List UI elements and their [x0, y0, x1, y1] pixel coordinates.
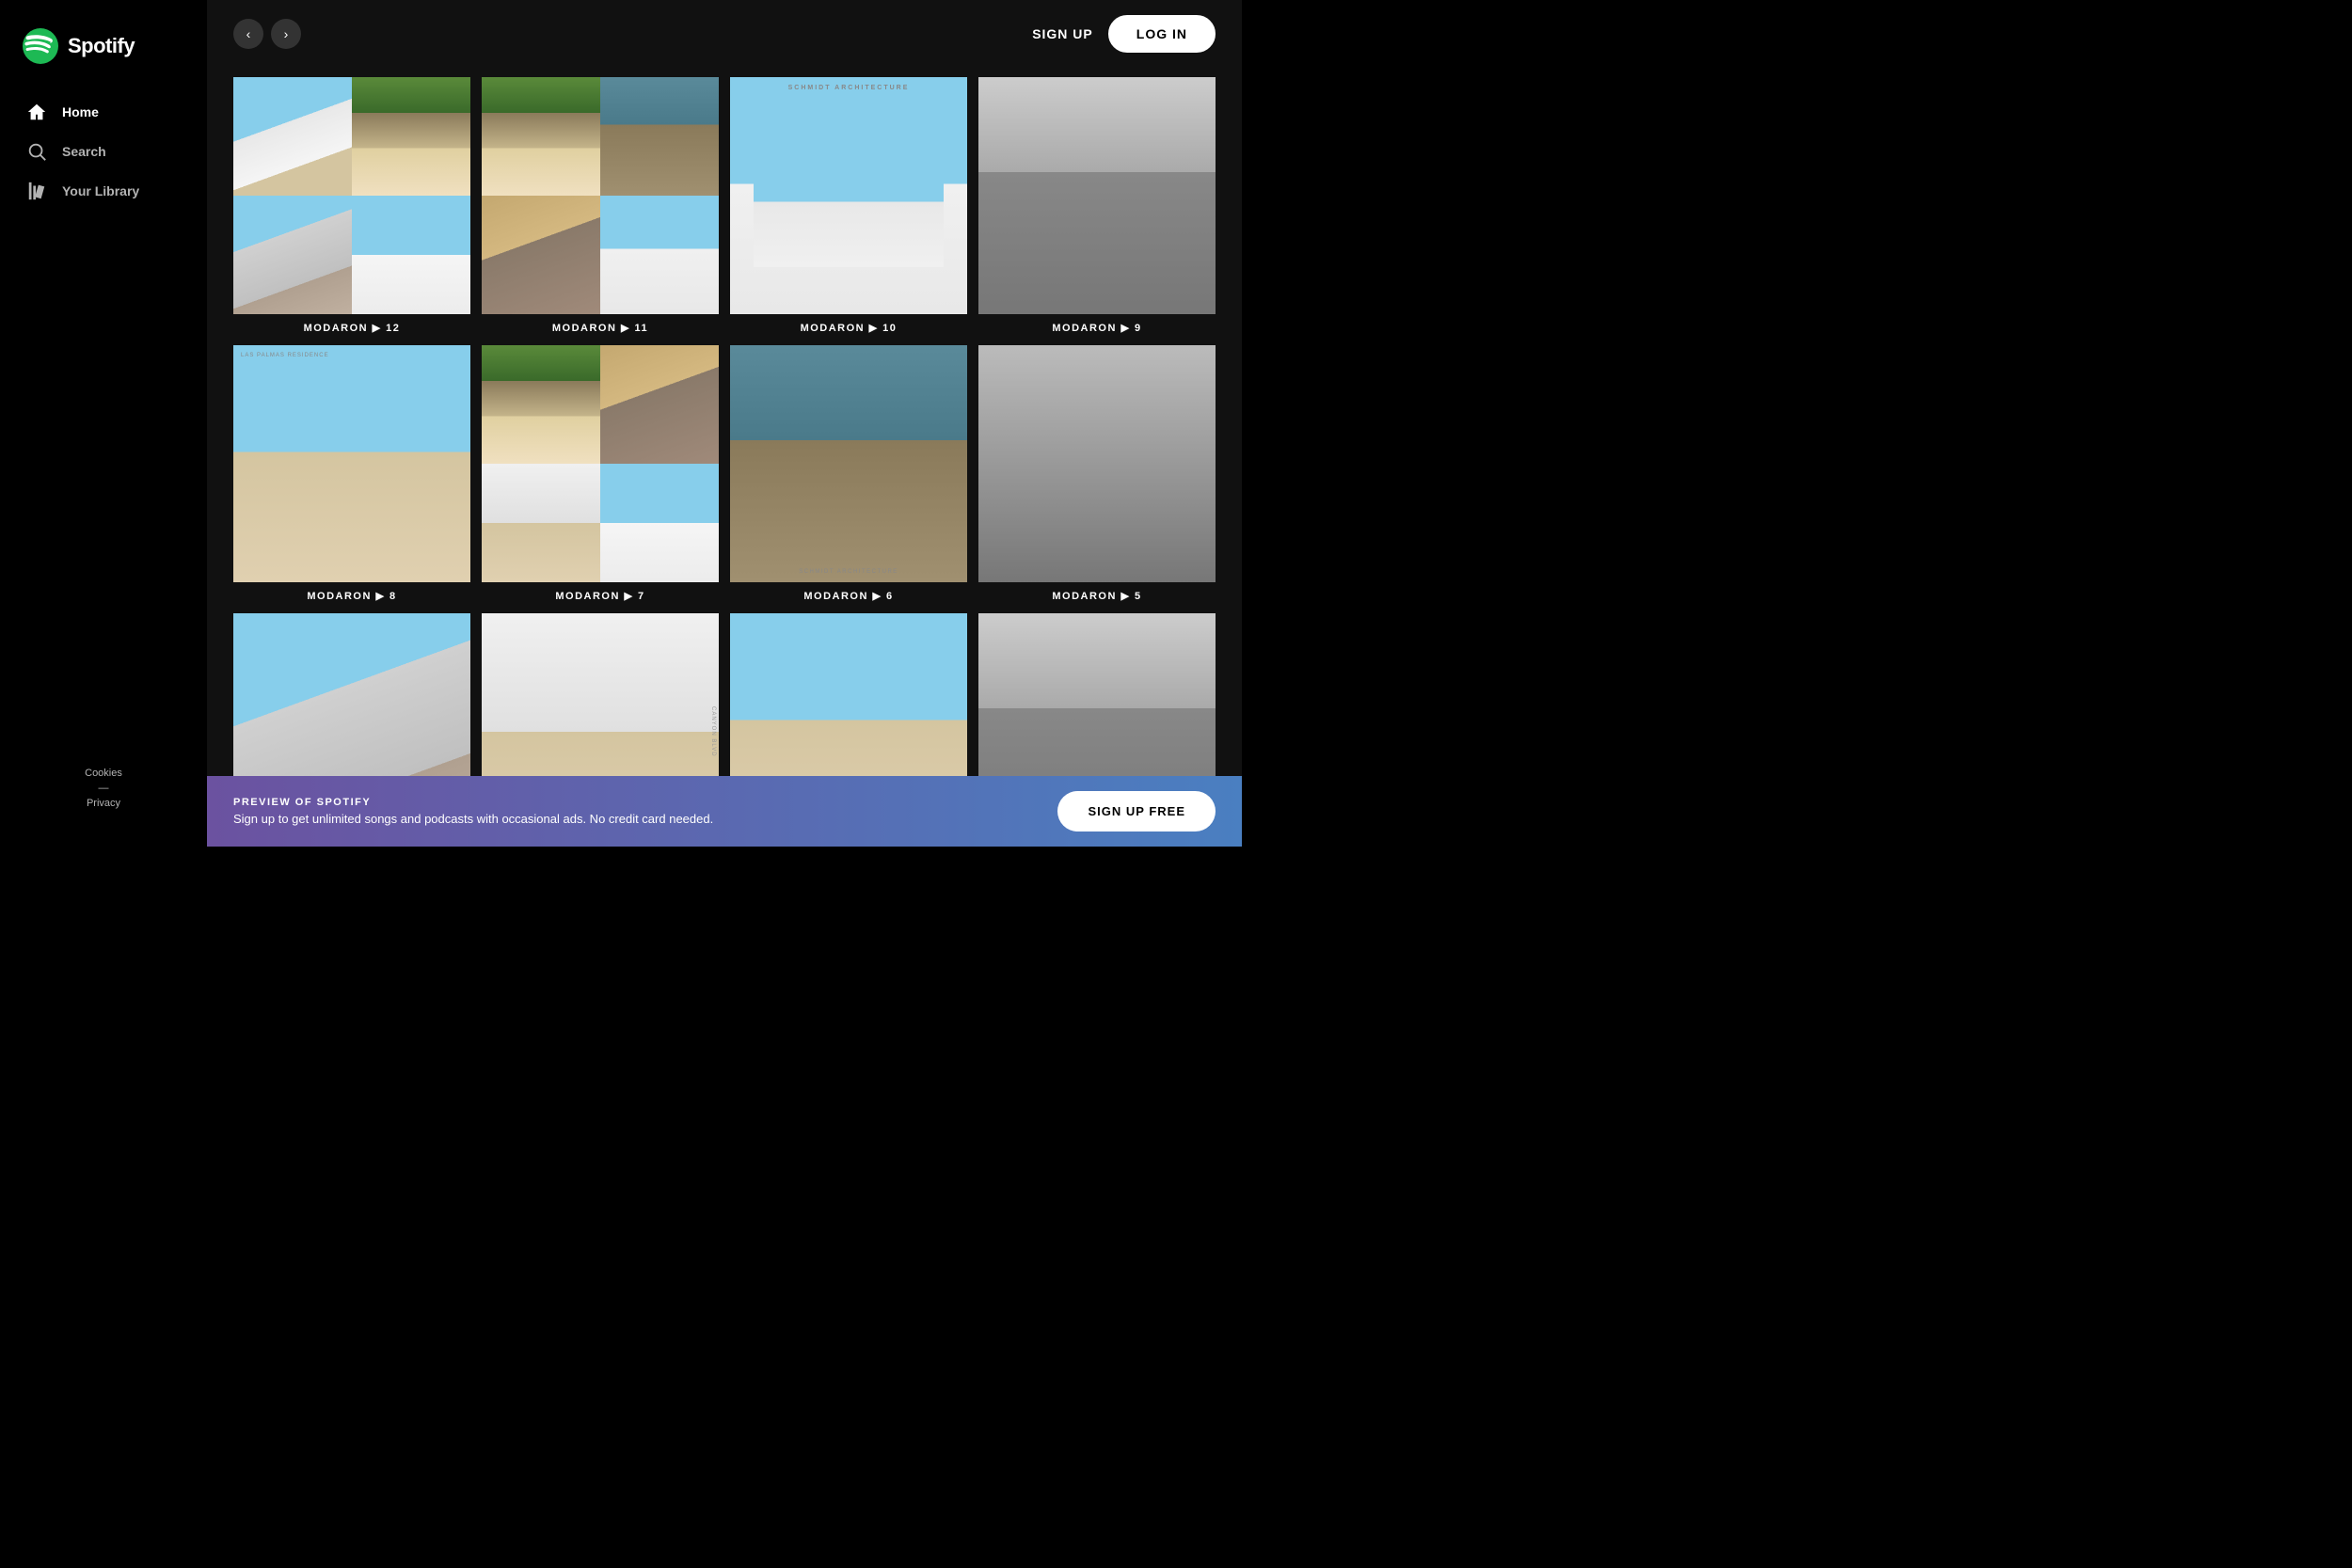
album-cover-9: [978, 77, 1216, 314]
album-item-9[interactable]: MODARON ▶ 9: [978, 77, 1216, 334]
search-icon: [26, 141, 47, 162]
album-cover-4: SCHMIDT ARCHITECTURE: [233, 613, 470, 776]
cover-cell: [482, 196, 600, 314]
cover-single: [978, 613, 1216, 776]
album-cover-2: RIDGECREST RESIDENCE: [730, 613, 967, 776]
album-item-7[interactable]: MODARON ▶ 7: [482, 345, 719, 602]
album-label-10: MODARON ▶ 10: [801, 322, 898, 334]
album-grid: MODARON ▶ 12 MODARON ▶ 11: [233, 77, 1216, 776]
library-icon: [26, 181, 47, 201]
preview-banner: PREVIEW OF SPOTIFY Sign up to get unlimi…: [207, 776, 1242, 847]
cover-single: SCHMIDT ARCHITECTURE: [233, 613, 470, 776]
album-item-6[interactable]: SCHMIDT ARCHITECTURE MODARON ▶ 6: [730, 345, 967, 602]
cover-single: [978, 345, 1216, 582]
cover-cell: [482, 464, 600, 582]
album-item-1[interactable]: MODARON ▶ 1: [978, 613, 1216, 776]
album-label-8: MODARON ▶ 8: [307, 590, 396, 602]
content-area: ‹ › SIGN UP LOG IN: [207, 0, 1242, 847]
topbar: ‹ › SIGN UP LOG IN: [207, 0, 1242, 68]
grid-scroll[interactable]: MODARON ▶ 12 MODARON ▶ 11: [207, 68, 1242, 776]
nav-list: Home Search Your Library: [0, 92, 207, 211]
nav-arrows: ‹ ›: [233, 19, 301, 49]
cover-cell: [482, 345, 600, 464]
album-label-12: MODARON ▶ 12: [304, 322, 401, 334]
sign-up-free-button[interactable]: SIGN UP FREE: [1057, 791, 1216, 832]
logo-text: Spotify: [68, 34, 135, 58]
footer-links: Cookies — Privacy: [23, 768, 184, 809]
cover-cell: [352, 196, 470, 314]
album-item-4[interactable]: SCHMIDT ARCHITECTURE MODARON ▶ 4: [233, 613, 470, 776]
back-button[interactable]: ‹: [233, 19, 263, 49]
cover-single: SCHMIDT ARCHITECTURE: [730, 345, 967, 582]
cover-cell: [600, 345, 719, 464]
logo-area: Spotify: [0, 19, 207, 92]
sidebar-library-label: Your Library: [62, 183, 139, 198]
cover-cell: [233, 77, 352, 196]
album-label-11: MODARON ▶ 11: [552, 322, 648, 334]
album-cover-3: CANYON BLVD: [482, 613, 719, 776]
cover-single: SCHMIDT ARCHITECTURE: [730, 77, 967, 314]
album-label-6: MODARON ▶ 6: [803, 590, 893, 602]
album-item-5[interactable]: MODARON ▶ 5: [978, 345, 1216, 602]
cover-cell: [482, 77, 600, 196]
album-item-11[interactable]: MODARON ▶ 11: [482, 77, 719, 334]
album-label-9: MODARON ▶ 9: [1052, 322, 1141, 334]
cover-cell: [233, 196, 352, 314]
sidebar-item-library[interactable]: Your Library: [15, 171, 192, 211]
album-cover-5: [978, 345, 1216, 582]
banner-subtitle: Sign up to get unlimited songs and podca…: [233, 812, 713, 826]
forward-arrow-icon: ›: [284, 26, 289, 41]
cover-single: RIDGECREST RESIDENCE: [730, 613, 967, 776]
cover-cell: [600, 196, 719, 314]
banner-title: PREVIEW OF SPOTIFY: [233, 797, 713, 808]
album-item-8[interactable]: LAS PALMAS RESIDENCE MODARON ▶ 8: [233, 345, 470, 602]
cover-single: [978, 77, 1216, 314]
album-cover-6: SCHMIDT ARCHITECTURE: [730, 345, 967, 582]
spotify-logo-icon: [23, 28, 58, 64]
forward-button[interactable]: ›: [271, 19, 301, 49]
sidebar-item-search[interactable]: Search: [15, 132, 192, 171]
album-item-12[interactable]: MODARON ▶ 12: [233, 77, 470, 334]
cover-cell: [352, 77, 470, 196]
album-label-7: MODARON ▶ 7: [555, 590, 644, 602]
cover-single: CANYON BLVD: [482, 613, 719, 776]
home-icon: [26, 102, 47, 122]
album-cover-11: [482, 77, 719, 314]
album-item-3[interactable]: CANYON BLVD MODARON ▶ 3: [482, 613, 719, 776]
app-wrapper: Spotify Home Search: [0, 0, 1242, 847]
album-item-10[interactable]: SCHMIDT ARCHITECTURE MODARON ▶ 10: [730, 77, 967, 334]
album-cover-12: [233, 77, 470, 314]
main-area: Spotify Home Search: [0, 0, 1242, 847]
footer-divider: —: [23, 783, 184, 794]
sign-up-button[interactable]: SIGN UP: [1032, 26, 1093, 41]
album-cover-1: [978, 613, 1216, 776]
cover-cell: [600, 464, 719, 582]
back-arrow-icon: ‹: [246, 26, 251, 41]
cookies-link[interactable]: Cookies: [23, 768, 184, 779]
log-in-button[interactable]: LOG IN: [1108, 15, 1216, 53]
auth-area: SIGN UP LOG IN: [1032, 15, 1216, 53]
sidebar-search-label: Search: [62, 144, 106, 159]
album-cover-7: [482, 345, 719, 582]
sidebar-home-label: Home: [62, 104, 99, 119]
album-label-5: MODARON ▶ 5: [1052, 590, 1141, 602]
cover-single: LAS PALMAS RESIDENCE: [233, 345, 470, 582]
sidebar-footer: Cookies — Privacy: [0, 749, 207, 828]
album-cover-8: LAS PALMAS RESIDENCE: [233, 345, 470, 582]
sidebar-item-home[interactable]: Home: [15, 92, 192, 132]
album-cover-10: SCHMIDT ARCHITECTURE: [730, 77, 967, 314]
cover-cell: [600, 77, 719, 196]
banner-text-area: PREVIEW OF SPOTIFY Sign up to get unlimi…: [233, 797, 713, 826]
album-item-2[interactable]: RIDGECREST RESIDENCE MODARON ▶ 2: [730, 613, 967, 776]
sidebar: Spotify Home Search: [0, 0, 207, 847]
privacy-link[interactable]: Privacy: [23, 798, 184, 809]
